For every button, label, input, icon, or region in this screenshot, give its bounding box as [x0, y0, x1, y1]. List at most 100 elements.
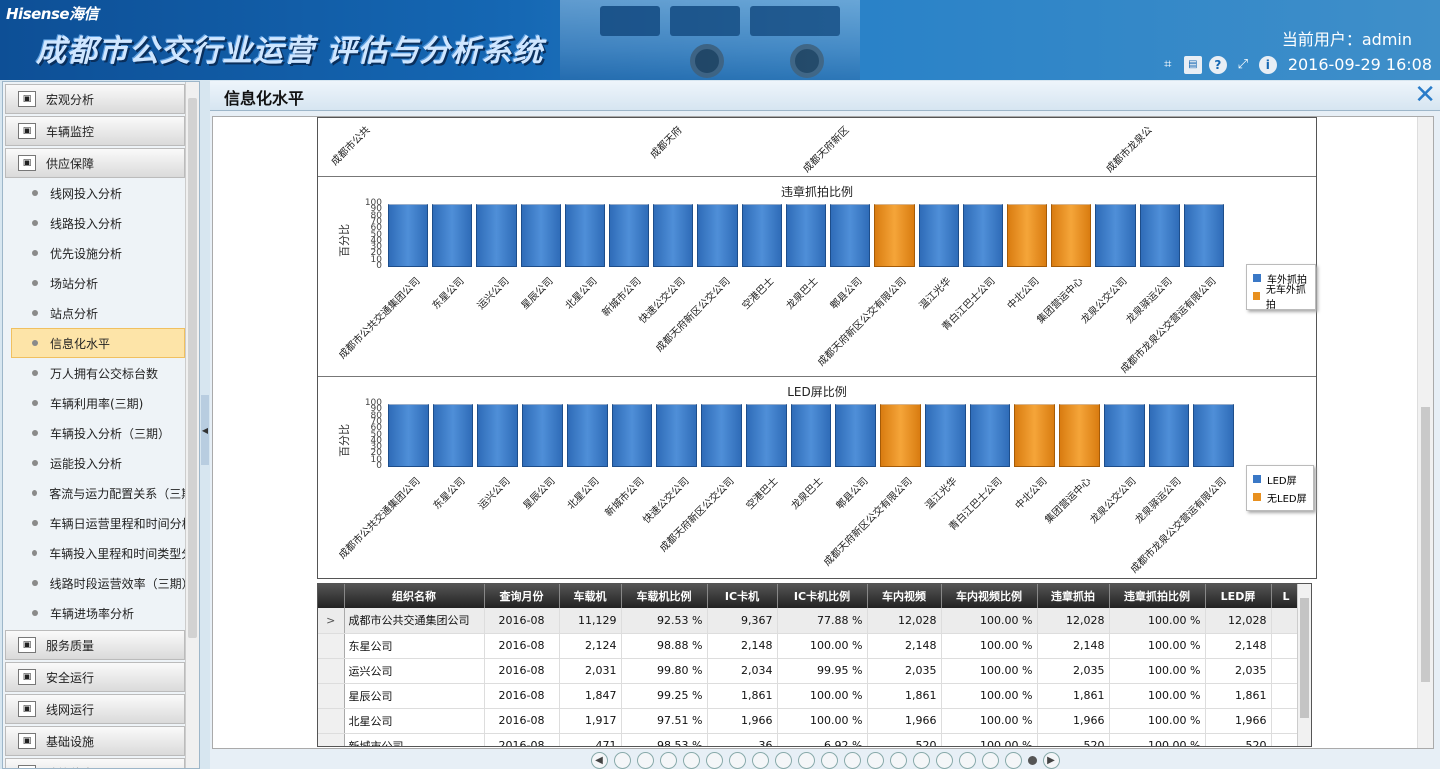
column-header[interactable]: 车内视频: [867, 584, 942, 608]
sidebar-item-3[interactable]: 场站分析: [5, 268, 185, 298]
x-tick-label: 北星公司: [565, 475, 602, 512]
sidebar-item-4[interactable]: 站点分析: [5, 298, 185, 328]
legend-label: LED屏: [1267, 475, 1297, 487]
row-selector[interactable]: [318, 708, 345, 734]
crop-icon[interactable]: ⌗: [1159, 56, 1177, 74]
sidebar-item-2[interactable]: 优先设施分析: [5, 238, 185, 268]
close-icon[interactable]: ✕: [1414, 82, 1436, 108]
pager-dot[interactable]: [636, 752, 654, 769]
column-header[interactable]: 违章抓拍比例: [1109, 584, 1206, 608]
row-selector[interactable]: [318, 633, 345, 659]
menu-group-bottom-1[interactable]: ▣ 安全运行: [5, 662, 185, 692]
sidebar-item-5[interactable]: 信息化水平: [11, 328, 185, 358]
keyboard-icon[interactable]: ▤: [1183, 55, 1202, 74]
table-cell: 2,035: [867, 658, 942, 684]
sidebar-item-10[interactable]: 客流与运力配置关系（三期）: [5, 478, 185, 508]
pager-dot[interactable]: [889, 752, 907, 769]
menu-group-bottom-2[interactable]: ▣ 线网运行: [5, 694, 185, 724]
column-header[interactable]: IC卡机比例: [777, 584, 868, 608]
pager-dot[interactable]: [820, 752, 838, 769]
sidebar-item-12[interactable]: 车辆投入里程和时间类型分析: [5, 538, 185, 568]
pager-dot[interactable]: [912, 752, 930, 769]
collapse-sidebar-handle[interactable]: ◀: [201, 395, 209, 465]
column-header[interactable]: 车载机比例: [621, 584, 708, 608]
menu-group-top-1[interactable]: ▣ 车辆监控: [5, 116, 185, 146]
menu-group-top-0[interactable]: ▣ 宏观分析: [5, 84, 185, 114]
pager-dot[interactable]: [797, 752, 815, 769]
column-header[interactable]: 组织名称: [344, 584, 485, 608]
sidebar-item-14[interactable]: 车辆进场率分析: [5, 598, 185, 628]
pager-dot[interactable]: [958, 752, 976, 769]
sidebar-item-8[interactable]: 车辆投入分析（三期）: [5, 418, 185, 448]
table-cell: 100.00 %: [1109, 683, 1206, 709]
pager-dot[interactable]: [682, 752, 700, 769]
menu-group-bottom-4[interactable]: ▣ 政策体惠: [5, 758, 185, 768]
menu-group-top-2[interactable]: ▣ 供应保障: [5, 148, 185, 178]
pager-dot[interactable]: [866, 752, 884, 769]
help-icon[interactable]: ?: [1208, 55, 1227, 74]
pager-next-button[interactable]: ▶: [1042, 752, 1060, 769]
bar-13: [969, 401, 1011, 467]
sidebar-item-0[interactable]: 线网投入分析: [5, 178, 185, 208]
menu-group-bottom-0[interactable]: ▣ 服务质量: [5, 630, 185, 660]
row-selector[interactable]: [318, 733, 345, 746]
content-scrollbar[interactable]: [1417, 117, 1433, 748]
pager-dot[interactable]: [613, 752, 631, 769]
x-tick-label: 新城市公司: [603, 475, 647, 519]
x-tick-label: 空港巴士: [744, 475, 781, 512]
column-header[interactable]: 违章抓拍: [1037, 584, 1110, 608]
sidebar-item-1[interactable]: 线路投入分析: [5, 208, 185, 238]
info-icon[interactable]: i: [1258, 55, 1277, 74]
sidebar-item-11[interactable]: 车辆日运营里程和时间分析: [5, 508, 185, 538]
column-header[interactable]: 车内视频比例: [941, 584, 1038, 608]
pager-dot[interactable]: [728, 752, 746, 769]
sidebar-scrollbar[interactable]: [185, 82, 199, 768]
sidebar-item-9[interactable]: 运能投入分析: [5, 448, 185, 478]
column-header[interactable]: LED屏: [1205, 584, 1272, 608]
pager-dot[interactable]: [1004, 752, 1022, 769]
panel-content: 成都市公共 成都天府 成都天府新区 成都市龙泉公 违章抓拍比例 百分比 0 10 20 30 40 5…: [212, 116, 1434, 749]
pager-dot[interactable]: [935, 752, 953, 769]
pager-dot[interactable]: [659, 752, 677, 769]
table-row[interactable]: 北星公司 2016-08 1,917 97.51 % 1,966 100.00 % 1,96…: [318, 708, 1302, 734]
fullscreen-icon[interactable]: ⤢: [1234, 56, 1252, 74]
sidebar-item-6[interactable]: 万人拥有公交标台数: [5, 358, 185, 388]
table-row[interactable]: 东星公司 2016-08 2,124 98.88 % 2,148 100.00 % 2,14…: [318, 633, 1302, 659]
bullet-icon: [32, 550, 38, 556]
row-selector[interactable]: [318, 683, 345, 709]
menu-group-label: 基础设施: [46, 734, 95, 749]
column-header[interactable]: 车载机: [559, 584, 622, 608]
column-header[interactable]: 查询月份: [484, 584, 560, 608]
data-table: 组织名称 查询月份 车载机 车载机比例 IC卡机 IC卡机比例 车内视频 车内视频比例 违章抓拍…: [317, 583, 1312, 747]
pager-dot[interactable]: [751, 752, 769, 769]
pager-dot[interactable]: [843, 752, 861, 769]
table-cell: 100.00 %: [1109, 658, 1206, 684]
pager-prev-button[interactable]: ◀: [590, 752, 608, 769]
table-cell: 1,966: [707, 708, 778, 734]
bullet-icon: [32, 250, 38, 256]
table-cell: 99.25 %: [621, 683, 708, 709]
column-header[interactable]: IC卡机: [707, 584, 778, 608]
bar-15: [1059, 401, 1100, 467]
table-scrollbar[interactable]: [1297, 584, 1311, 746]
row-selector[interactable]: [318, 658, 345, 684]
sidebar-item-13[interactable]: 线路时段运营效率（三期）: [5, 568, 185, 598]
table-cell: 11,129: [559, 608, 622, 634]
sidebar-item-7[interactable]: 车辆利用率(三期): [5, 388, 185, 418]
table-row[interactable]: > 成都市公共交通集团公司 2016-08 11,129 92.53 % 9,367 77.…: [318, 608, 1302, 634]
legend-swatch: [1253, 493, 1261, 501]
bullet-icon: [32, 190, 38, 196]
table-row[interactable]: 新城市公司 2016-08 471 98.53 % 36 6.92 % 520 100.00 …: [318, 733, 1302, 746]
bar-highlight: [566, 401, 608, 405]
pager-dot[interactable]: [1027, 756, 1037, 765]
table-row[interactable]: 运兴公司 2016-08 2,031 99.80 % 2,034 99.95 % 2,035…: [318, 658, 1302, 684]
bullet-icon: [32, 220, 38, 226]
pager-dot[interactable]: [981, 752, 999, 769]
table-row[interactable]: 星辰公司 2016-08 1,847 99.25 % 1,861 100.00 % 1,86…: [318, 683, 1302, 709]
info-table: 组织名称 查询月份 车载机 车载机比例 IC卡机 IC卡机比例 车内视频 车内视频比例 违章抓拍…: [318, 584, 1302, 746]
pager-dot[interactable]: [774, 752, 792, 769]
pager-dot[interactable]: [705, 752, 723, 769]
bar-4: [566, 401, 608, 467]
row-selector[interactable]: >: [318, 608, 345, 634]
menu-group-bottom-3[interactable]: ▣ 基础设施: [5, 726, 185, 756]
